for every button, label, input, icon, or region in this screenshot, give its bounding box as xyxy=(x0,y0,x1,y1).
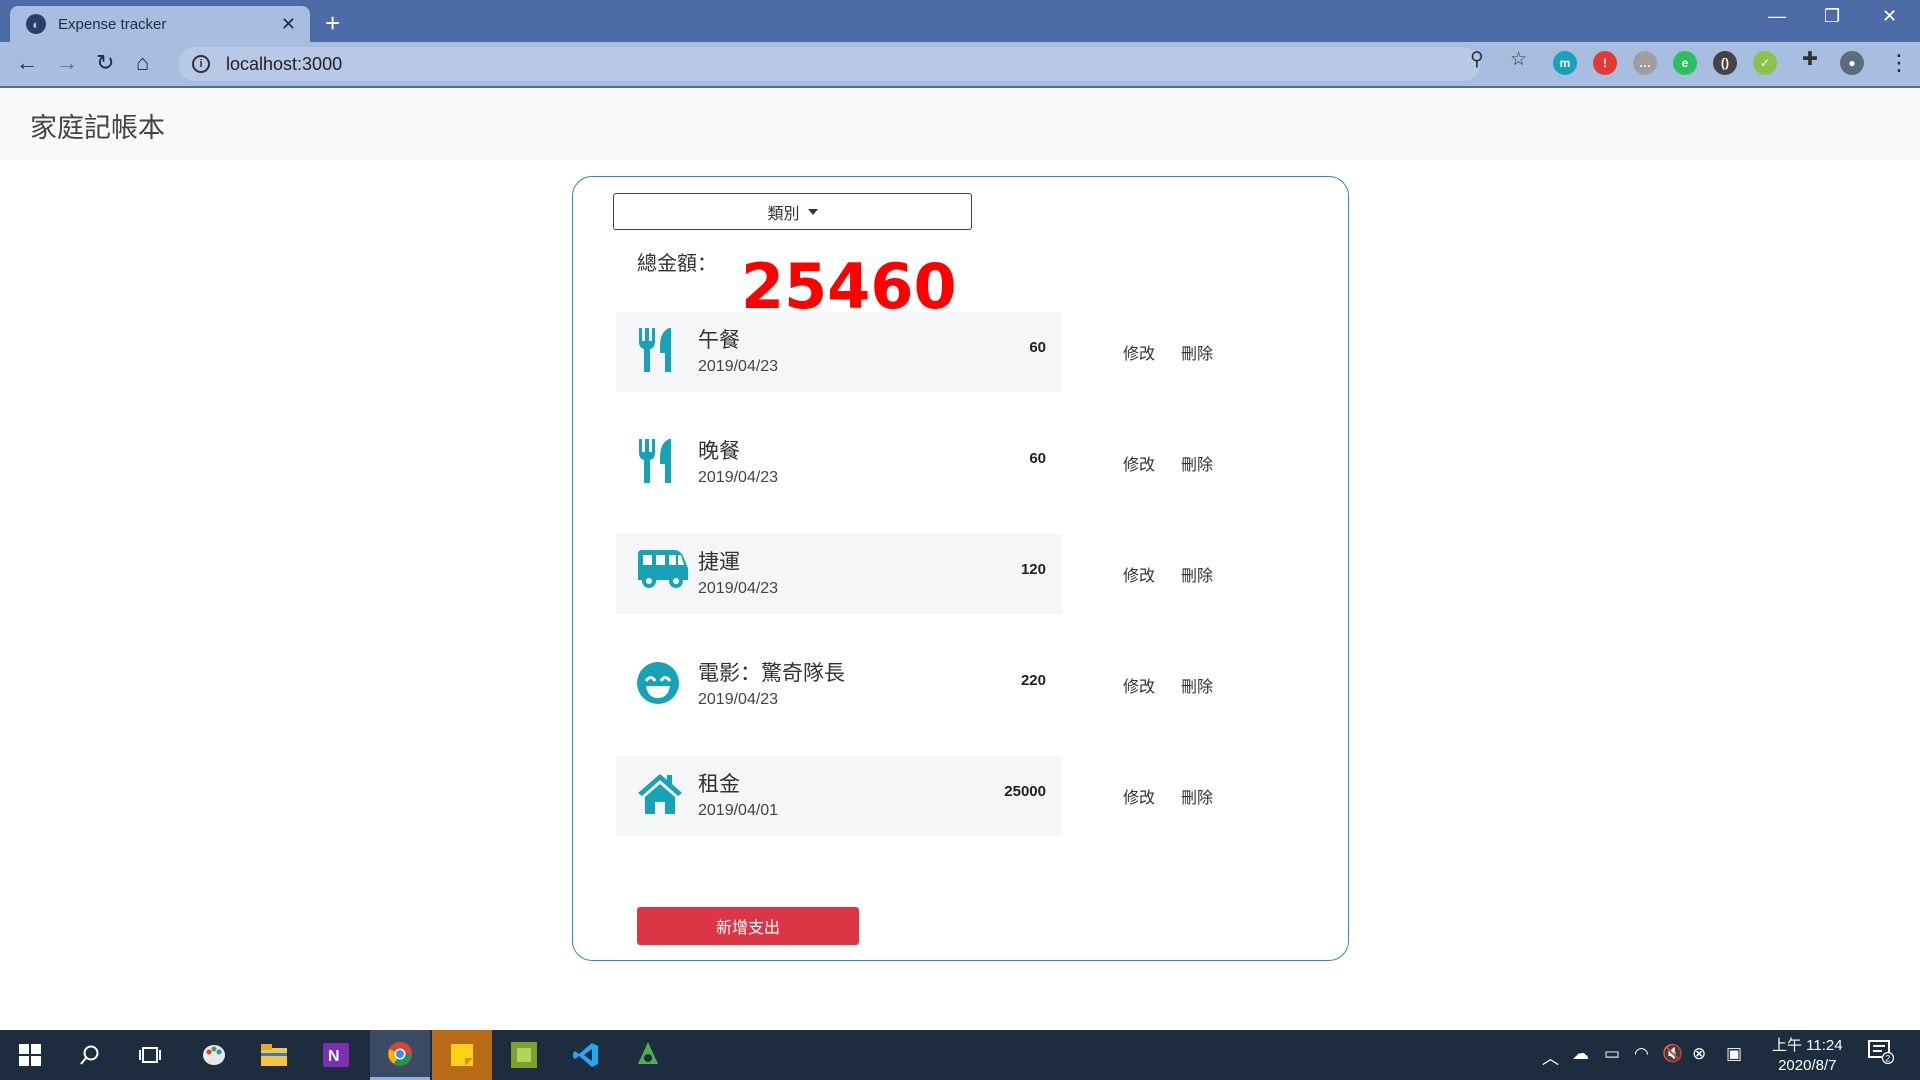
tab-title: Expense tracker xyxy=(58,15,167,33)
battery-icon[interactable]: ▭ xyxy=(1604,1044,1620,1064)
record-name: 捷運 xyxy=(698,551,740,574)
chat-extension-icon[interactable]: … xyxy=(1633,51,1657,75)
restore-button[interactable]: ❐ xyxy=(1824,6,1840,27)
record-date: 2019/04/23 xyxy=(698,580,779,597)
sql-app-icon[interactable] xyxy=(494,1030,554,1080)
edit-record-link[interactable]: 修改 xyxy=(1123,562,1155,586)
record-date: 2019/04/23 xyxy=(698,358,779,375)
edit-record-link[interactable]: 修改 xyxy=(1123,451,1155,475)
record-amount: 60 xyxy=(1029,450,1046,467)
category-dropdown-label: 類別 xyxy=(767,205,800,223)
url-text[interactable]: localhost:3000 xyxy=(226,54,342,75)
browser-tab[interactable]: ◐ Expense tracker ✕ xyxy=(10,6,310,42)
edit-record-link[interactable]: 修改 xyxy=(1123,784,1155,808)
utensils-icon xyxy=(636,328,688,376)
windows-taskbar: N ︿ ☁ ▭ ◠ 🔇 ⊗ ▣ 上午 11:24 2020/8/7 2 xyxy=(0,1030,1920,1080)
expense-card: 類別 總金額： 25460 午餐 2019/04/23 60 修改 刪除 晚餐 2019/0… xyxy=(572,176,1349,961)
address-bar[interactable]: i localhost:3000 xyxy=(178,47,1480,81)
record-name: 電影：驚奇隊長 xyxy=(698,662,845,685)
forward-icon[interactable]: → xyxy=(56,50,78,76)
wifi-icon[interactable]: ◠ xyxy=(1634,1044,1649,1064)
record-name: 租金 xyxy=(698,773,740,796)
delete-record-link[interactable]: 刪除 xyxy=(1181,562,1213,586)
zoom-icon[interactable]: ⚲ xyxy=(1470,48,1484,71)
back-icon[interactable]: ← xyxy=(16,50,38,76)
record-amount: 220 xyxy=(1020,672,1046,689)
menu-icon[interactable]: ⋮ xyxy=(1888,50,1910,76)
app-navbar: 家庭記帳本 xyxy=(0,90,1920,160)
home-nav-icon[interactable]: ⌂ xyxy=(136,50,149,76)
record-amount: 25000 xyxy=(1004,783,1046,800)
bookmark-star-icon[interactable]: ☆ xyxy=(1510,48,1527,71)
tab-close-icon[interactable]: ✕ xyxy=(281,14,296,35)
red-extension-icon[interactable]: ! xyxy=(1593,51,1617,75)
bracket-extension-icon[interactable]: () xyxy=(1713,51,1737,75)
record-name: 晚餐 xyxy=(698,440,740,463)
onenote-icon[interactable]: N xyxy=(306,1030,366,1080)
delete-record-link[interactable]: 刪除 xyxy=(1181,340,1213,364)
search-icon[interactable] xyxy=(60,1030,120,1080)
delete-record-link[interactable]: 刪除 xyxy=(1181,451,1213,475)
evernote-extension-icon[interactable]: e xyxy=(1673,51,1697,75)
close-window-button[interactable]: ✕ xyxy=(1882,6,1897,27)
clock-date: 2020/8/7 xyxy=(1778,1057,1837,1074)
home-icon xyxy=(636,772,688,820)
total-label: 總金額： xyxy=(637,253,717,275)
expense-record: 電影：驚奇隊長 2019/04/23 220 xyxy=(616,645,1062,725)
record-date: 2019/04/23 xyxy=(698,691,779,708)
x-circle-icon[interactable]: ⊗ xyxy=(1692,1044,1706,1064)
record-date: 2019/04/23 xyxy=(698,469,779,486)
paint-app-icon[interactable] xyxy=(184,1030,244,1080)
profile-avatar[interactable]: ● xyxy=(1840,51,1864,75)
record-name: 午餐 xyxy=(698,329,740,352)
expense-record: 午餐 2019/04/23 60 xyxy=(616,312,1062,392)
expense-record: 捷運 2019/04/23 120 xyxy=(616,534,1062,614)
windows-start-icon[interactable] xyxy=(0,1030,60,1080)
green-app-icon[interactable] xyxy=(618,1030,678,1080)
category-dropdown[interactable]: 類別 xyxy=(613,193,972,230)
browser-tab-bar: ◐ Expense tracker ✕ + — ❐ ✕ xyxy=(0,0,1920,42)
puzzle-icon[interactable]: ✚ xyxy=(1802,48,1818,71)
add-expense-button[interactable]: 新增支出 xyxy=(637,907,859,945)
browser-toolbar: ← → ↻ ⌂ i localhost:3000 ⚲ ☆ m! … e () ✓ ✚ ●… xyxy=(0,42,1920,88)
minimize-button[interactable]: — xyxy=(1768,6,1786,27)
reload-icon[interactable]: ↻ xyxy=(96,50,114,76)
brand-title[interactable]: 家庭記帳本 xyxy=(30,106,165,145)
edit-record-link[interactable]: 修改 xyxy=(1123,340,1155,364)
ime-icon[interactable]: ▣ xyxy=(1726,1044,1742,1064)
delete-record-link[interactable]: 刪除 xyxy=(1181,784,1213,808)
notification-center-icon[interactable]: 2 xyxy=(1868,1040,1895,1069)
system-clock[interactable]: 上午 11:24 2020/8/7 xyxy=(1772,1036,1843,1076)
vscode-icon[interactable] xyxy=(556,1030,616,1080)
globe-icon: ◐ xyxy=(26,14,46,34)
utensils-icon xyxy=(636,439,688,487)
record-amount: 120 xyxy=(1020,561,1046,578)
chevron-up-icon[interactable]: ︿ xyxy=(1542,1044,1559,1069)
check-extension-icon[interactable]: ✓ xyxy=(1753,51,1777,75)
caret-down-icon xyxy=(807,208,818,215)
record-amount: 60 xyxy=(1029,339,1046,356)
m-extension-icon[interactable]: m xyxy=(1553,51,1577,75)
edit-record-link[interactable]: 修改 xyxy=(1123,673,1155,697)
svg-text:N: N xyxy=(328,1048,340,1065)
bus-icon xyxy=(636,550,688,598)
delete-record-link[interactable]: 刪除 xyxy=(1181,673,1213,697)
notification-count: 2 xyxy=(1885,1054,1890,1064)
record-date: 2019/04/01 xyxy=(698,802,779,819)
task-view-icon[interactable] xyxy=(120,1030,180,1080)
chrome-taskbar-icon[interactable] xyxy=(370,1030,430,1080)
volume-muted-icon[interactable]: 🔇 xyxy=(1662,1044,1683,1064)
new-tab-button[interactable]: + xyxy=(325,8,340,39)
expense-record: 晚餐 2019/04/23 60 xyxy=(616,423,1062,503)
clock-time: 上午 11:24 xyxy=(1772,1037,1843,1054)
info-icon[interactable]: i xyxy=(192,55,210,73)
expense-record: 租金 2019/04/01 25000 xyxy=(616,756,1062,836)
onedrive-cloud-icon[interactable]: ☁ xyxy=(1572,1044,1589,1064)
smile-icon xyxy=(636,661,688,709)
file-explorer-icon[interactable] xyxy=(244,1030,304,1080)
sticky-notes-icon[interactable] xyxy=(432,1030,492,1080)
